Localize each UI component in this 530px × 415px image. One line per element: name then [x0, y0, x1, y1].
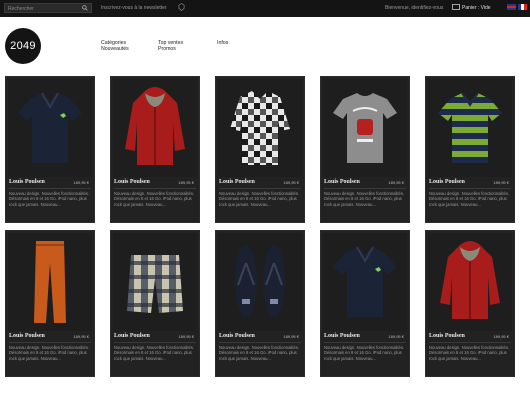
divider: [114, 342, 196, 343]
divider: [429, 342, 511, 343]
divider: [9, 342, 91, 343]
product-card[interactable]: Louis Poulsen 189,95 € Nouveau design. N…: [425, 230, 515, 377]
product-card[interactable]: Louis Poulsen 189,95 € Nouveau design. N…: [425, 76, 515, 223]
nav-column-2: Top ventes Promos: [158, 40, 183, 52]
product-name[interactable]: Louis Poulsen: [324, 179, 360, 185]
logo[interactable]: 2049: [5, 28, 41, 64]
product-price: 189,95 €: [178, 334, 194, 339]
product-image-flip-flops[interactable]: [218, 233, 302, 331]
product-name[interactable]: Louis Poulsen: [219, 179, 255, 185]
product-price: 189,95 €: [178, 180, 194, 185]
nav-column-3: Infos: [217, 40, 228, 46]
product-price: 189,95 €: [388, 180, 404, 185]
divider: [324, 342, 406, 343]
nav-column-1: Catégories Nouveautés: [101, 40, 129, 52]
divider: [429, 188, 511, 189]
product-name[interactable]: Louis Poulsen: [114, 179, 150, 185]
divider: [114, 188, 196, 189]
nav-info[interactable]: Infos: [217, 40, 228, 46]
product-price: 189,95 €: [493, 180, 509, 185]
product-description: Nouveau design. Nouvelles fonctionnalité…: [429, 191, 510, 207]
product-card[interactable]: Louis Poulsen 189,95 € Nouveau design. N…: [215, 230, 305, 377]
product-name[interactable]: Louis Poulsen: [219, 333, 255, 339]
search-input[interactable]: Rechercher: [4, 3, 92, 13]
divider: [219, 342, 301, 343]
product-card[interactable]: Louis Poulsen 189,95 € Nouveau design. N…: [110, 76, 200, 223]
product-image-red-hoodie[interactable]: [428, 233, 512, 331]
product-name[interactable]: Louis Poulsen: [9, 179, 45, 185]
product-price: 189,95 €: [73, 180, 89, 185]
product-description: Nouveau design. Nouvelles fonctionnalité…: [219, 191, 300, 207]
product-card[interactable]: Louis Poulsen 189,95 € Nouveau design. N…: [320, 230, 410, 377]
product-name[interactable]: Louis Poulsen: [429, 179, 465, 185]
product-card[interactable]: Louis Poulsen 189,95 € Nouveau design. N…: [110, 230, 200, 377]
product-description: Nouveau design. Nouvelles fonctionnalité…: [429, 345, 510, 361]
product-description: Nouveau design. Nouvelles fonctionnalité…: [114, 345, 195, 361]
cart-status[interactable]: Panier : Vide: [462, 5, 491, 11]
product-card[interactable]: Louis Poulsen 189,95 € Nouveau design. N…: [320, 76, 410, 223]
product-description: Nouveau design. Nouvelles fonctionnalité…: [9, 191, 90, 207]
product-image-navy-polo[interactable]: [8, 79, 92, 177]
top-bar: Rechercher Inscrivez-vous à la newslette…: [0, 0, 530, 17]
newsletter-link[interactable]: Inscrivez-vous à la newsletter: [101, 5, 167, 11]
product-image-plaid-shorts[interactable]: [113, 233, 197, 331]
product-image-grey-tee[interactable]: [323, 79, 407, 177]
product-description: Nouveau design. Nouvelles fonctionnalité…: [9, 345, 90, 361]
product-name[interactable]: Louis Poulsen: [9, 333, 45, 339]
product-image-navy-polo[interactable]: [323, 233, 407, 331]
nav-new-arrivals[interactable]: Nouveautés: [101, 46, 129, 52]
product-price: 189,95 €: [283, 334, 299, 339]
product-image-orange-pants[interactable]: [8, 233, 92, 331]
divider: [9, 188, 91, 189]
product-description: Nouveau design. Nouvelles fonctionnalité…: [324, 191, 405, 207]
product-price: 189,95 €: [73, 334, 89, 339]
language-switcher: [505, 4, 527, 10]
search-icon[interactable]: [82, 5, 88, 11]
product-card[interactable]: Louis Poulsen 189,95 € Nouveau design. N…: [5, 230, 95, 377]
product-name[interactable]: Louis Poulsen: [429, 333, 465, 339]
product-name[interactable]: Louis Poulsen: [114, 333, 150, 339]
cart-icon[interactable]: [452, 4, 460, 10]
login-link[interactable]: Bienvenue, identifiez-vous: [385, 5, 443, 11]
newsletter-icon[interactable]: [178, 3, 185, 11]
product-description: Nouveau design. Nouvelles fonctionnalité…: [324, 345, 405, 361]
product-name[interactable]: Louis Poulsen: [324, 333, 360, 339]
product-image-red-hoodie[interactable]: [113, 79, 197, 177]
nav-promos[interactable]: Promos: [158, 46, 183, 52]
uk-flag-icon[interactable]: [507, 4, 516, 10]
divider: [324, 188, 406, 189]
product-price: 189,95 €: [283, 180, 299, 185]
product-card[interactable]: Louis Poulsen 189,95 € Nouveau design. N…: [215, 76, 305, 223]
product-price: 189,95 €: [388, 334, 404, 339]
france-flag-icon[interactable]: [518, 4, 527, 10]
product-price: 189,95 €: [493, 334, 509, 339]
product-card[interactable]: Louis Poulsen 189,95 € Nouveau design. N…: [5, 76, 95, 223]
product-description: Nouveau design. Nouvelles fonctionnalité…: [219, 345, 300, 361]
product-description: Nouveau design. Nouvelles fonctionnalité…: [114, 191, 195, 207]
divider: [219, 188, 301, 189]
product-image-checked-shirt[interactable]: [218, 79, 302, 177]
search-placeholder: Rechercher: [8, 6, 34, 12]
product-image-striped-polo[interactable]: [428, 79, 512, 177]
